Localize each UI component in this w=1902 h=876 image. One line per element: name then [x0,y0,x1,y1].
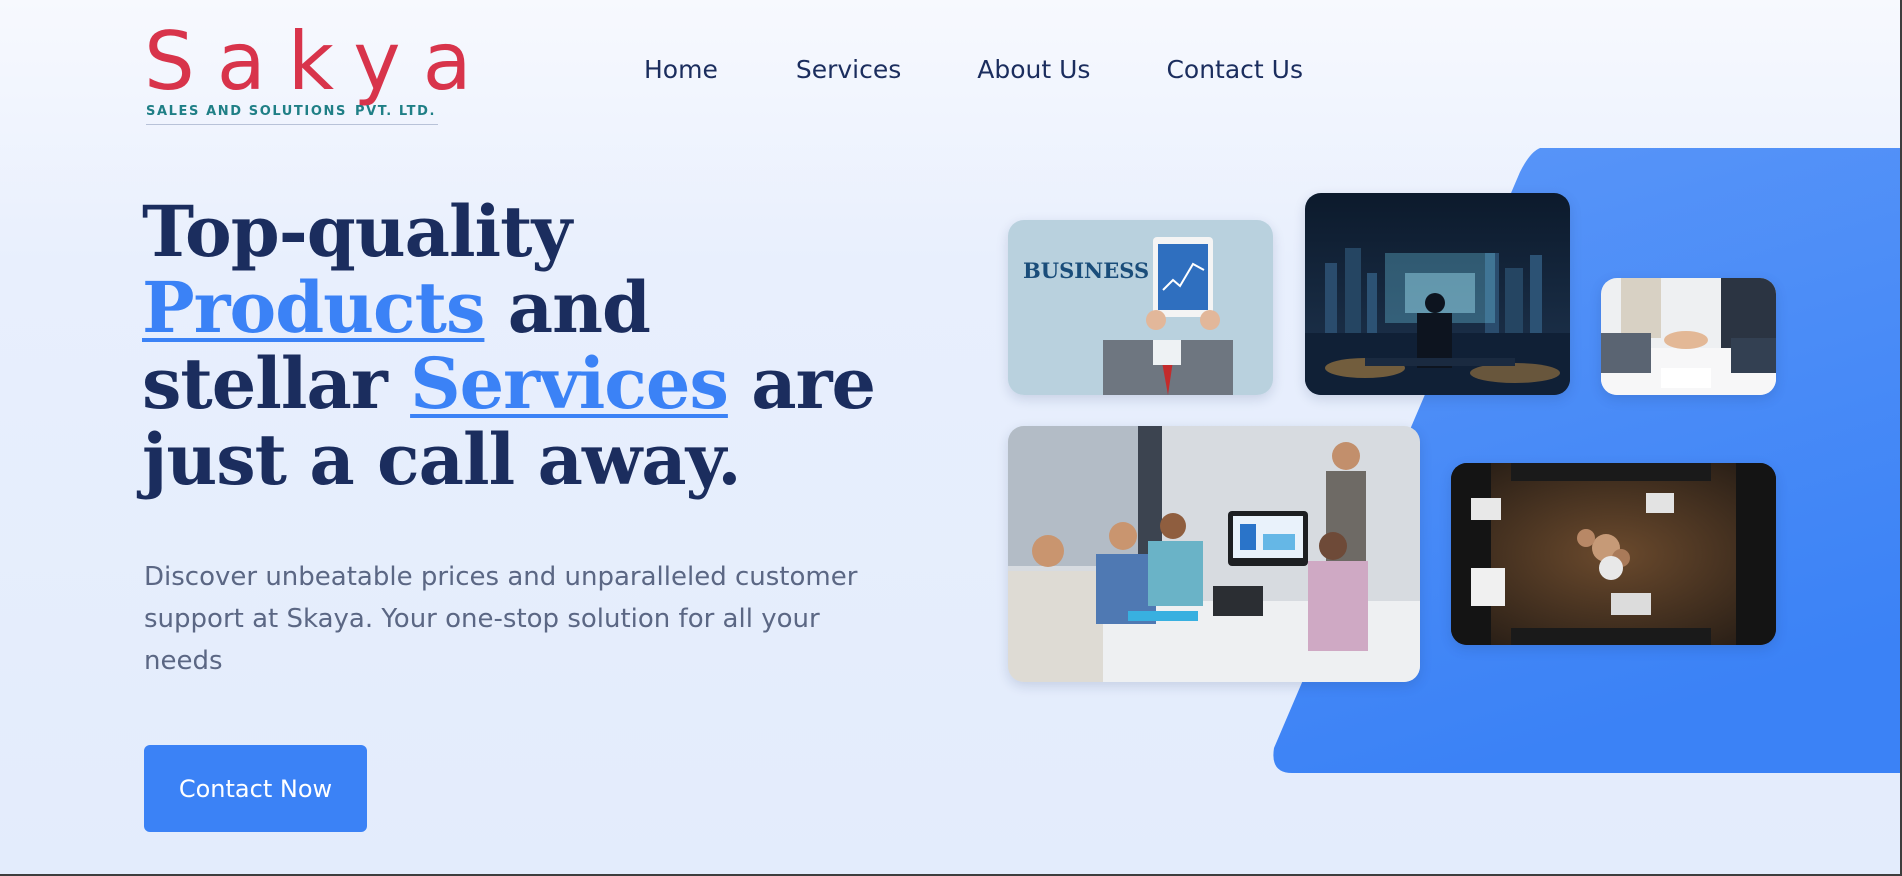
nav-about-us[interactable]: About Us [977,55,1090,84]
brand-tagline-right: PVT. LTD. [354,104,437,119]
city-tech-image [1305,193,1570,395]
hero-heading-line4: just a call away. [142,418,742,501]
hero-heading-and: and [484,266,651,349]
business-tablet-image: BUSINESS [1008,220,1273,395]
hero-heading: Top-quality Products and stellar Services … [142,194,962,498]
hero-subtitle: Discover unbeatable prices and unparalle… [144,562,858,676]
nav-contact-us[interactable]: Contact Us [1166,55,1303,84]
nav-services[interactable]: Services [796,55,901,84]
brand-underline [146,124,438,125]
brand-name: Sakya [144,15,494,108]
brand-logo[interactable]: Sakya SALES AND SOLUTIONS PVT. LTD. [144,22,472,125]
hero-heading-stellar: stellar [142,342,411,425]
teamwork-hands-image [1451,463,1776,645]
brand-tagline: SALES AND SOLUTIONS PVT. LTD. [146,104,436,119]
products-link[interactable]: Products [142,266,485,349]
team-presentation-image [1008,426,1420,682]
services-link[interactable]: Services [410,342,729,425]
handshake-meeting-image [1601,278,1776,395]
hero-heading-line1: Top-quality [142,190,572,273]
hero-heading-are: are [727,342,876,425]
brand-tagline-left: SALES AND SOLUTIONS [146,104,347,119]
contact-now-button[interactable]: Contact Now [144,745,367,832]
main-nav: Home Services About Us Contact Us [644,55,1303,84]
business-caption: BUSINESS [1023,258,1149,283]
nav-home[interactable]: Home [644,55,718,84]
